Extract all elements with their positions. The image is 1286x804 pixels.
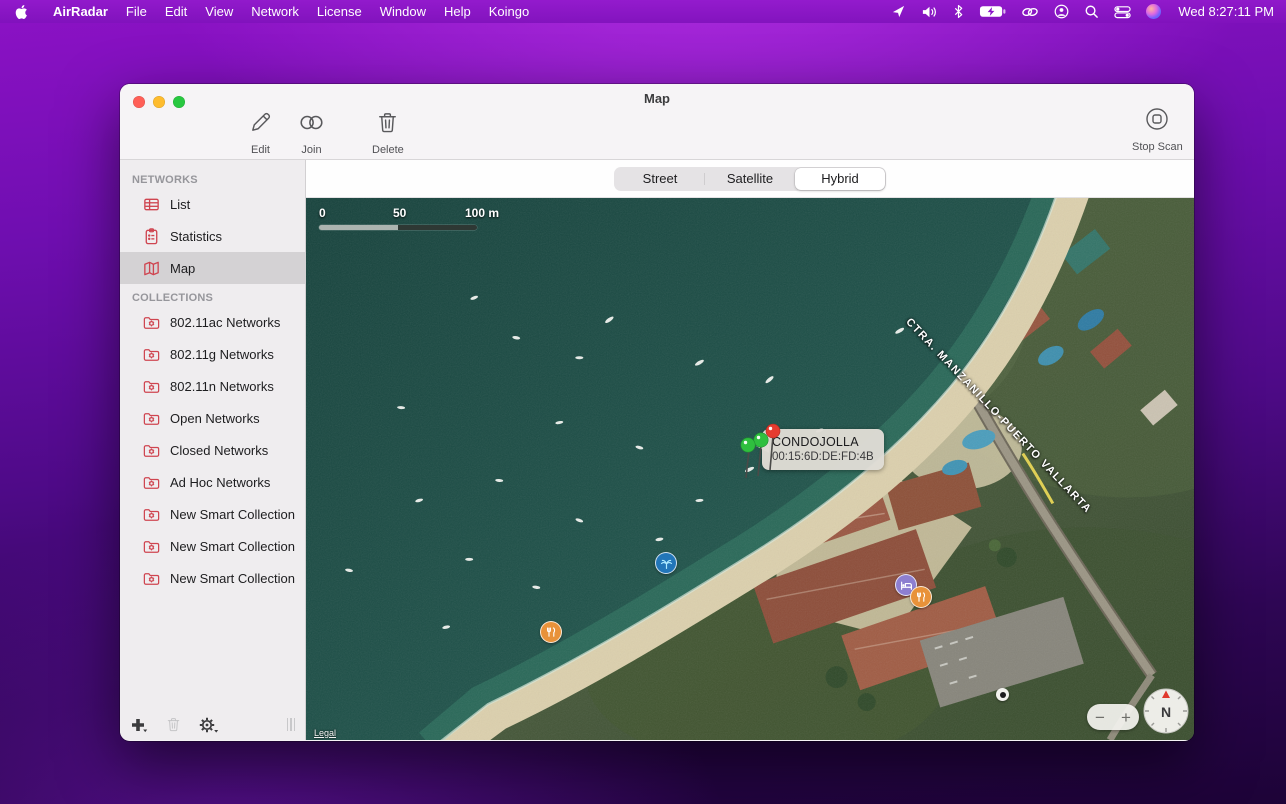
sidebar-resize-grip[interactable] [287,718,296,731]
network-pins[interactable] [734,420,784,484]
segment-street[interactable]: Street [615,168,705,190]
sidebar: NETWORKS List Statistics Map COLLECTIONS… [120,160,306,740]
join-button[interactable]: Join [297,110,326,156]
sidebar-item-smart-collection-1[interactable]: New Smart Collection [120,498,305,530]
smart-folder-icon [142,409,161,428]
smart-folder-icon [142,313,161,332]
section-title-networks: NETWORKS [132,174,305,186]
pin-red [766,424,780,438]
location-icon[interactable] [891,4,906,19]
bluetooth-icon[interactable] [953,4,964,19]
menu-app-name[interactable]: AirRadar [44,4,117,19]
map-icon [142,259,161,278]
zoom-out-button[interactable]: − [1087,704,1113,730]
menu-window[interactable]: Window [371,4,435,19]
smart-folder-icon [142,569,161,588]
pin-green [754,433,768,447]
sidebar-item-80211ac[interactable]: 802.11ac Networks [120,306,305,338]
sidebar-item-smart-collection-2[interactable]: New Smart Collection [120,530,305,562]
sidebar-item-adhoc-networks[interactable]: Ad Hoc Networks [120,466,305,498]
segment-satellite[interactable]: Satellite [705,168,795,190]
stop-scan-button[interactable]: Stop Scan [1132,106,1183,153]
zoom-in-button[interactable]: + [1113,704,1139,730]
smart-folder-icon [142,441,161,460]
sidebar-item-closed-networks[interactable]: Closed Networks [120,434,305,466]
menu-edit[interactable]: Edit [156,4,196,19]
generic-poi-dot[interactable] [996,688,1009,701]
network-name: CONDOJOLLA [772,435,874,449]
hotspot-link-icon[interactable] [1021,6,1039,18]
delete-button[interactable]: Delete [372,110,404,156]
sidebar-item-smart-collection-3[interactable]: New Smart Collection [120,562,305,594]
edit-button[interactable]: Edit [248,110,273,156]
chain-links-icon [297,110,326,140]
stop-scan-icon [1144,106,1170,137]
smart-folder-icon [142,377,161,396]
siri-icon[interactable] [1146,4,1161,19]
trash-icon [375,110,400,140]
clipboard-icon [142,227,161,246]
map-scale-bar: 0 50 100 m [319,206,489,230]
legal-link[interactable]: Legal [314,728,336,738]
menu-bar: AirRadar File Edit View Network License … [0,0,1286,23]
menu-network[interactable]: Network [242,4,308,19]
menu-license[interactable]: License [308,4,371,19]
sidebar-footer [120,709,305,740]
menu-help[interactable]: Help [435,4,480,19]
control-center-icon[interactable] [1114,5,1131,19]
segment-hybrid[interactable]: Hybrid [795,168,885,190]
map-type-segmented-control: Street Satellite Hybrid [614,167,886,191]
sidebar-item-map[interactable]: Map [120,252,305,284]
action-gear-button[interactable] [199,717,219,733]
smart-folder-icon [142,345,161,364]
menu-file[interactable]: File [117,4,156,19]
compass-control[interactable]: N [1143,688,1189,734]
search-icon[interactable] [1084,4,1099,19]
pencil-icon [248,110,273,140]
network-mac-address: 00:15:6D:DE:FD:4B [772,451,874,463]
map-canvas[interactable]: 0 50 100 m CTRA. MANZANILLO-PUERTO VALLA… [306,198,1194,740]
sidebar-item-80211g[interactable]: 802.11g Networks [120,338,305,370]
volume-icon[interactable] [921,5,938,19]
smart-folder-icon [142,473,161,492]
pin-green [741,438,755,452]
menu-koingo[interactable]: Koingo [480,4,538,19]
map-zoom-control: − + [1087,704,1139,730]
apple-menu[interactable] [14,4,28,20]
section-title-collections: COLLECTIONS [132,292,305,304]
delete-collection-button[interactable] [165,716,182,733]
menu-view[interactable]: View [196,4,242,19]
sidebar-item-open-networks[interactable]: Open Networks [120,402,305,434]
sidebar-item-80211n[interactable]: 802.11n Networks [120,370,305,402]
beach-poi-icon[interactable] [655,552,677,574]
smart-folder-icon [142,505,161,524]
airradar-window: Map Edit Join Delete Stop Scan NETWORKS … [120,84,1194,741]
map-mode-bar: Street Satellite Hybrid [306,160,1194,198]
user-icon[interactable] [1054,4,1069,19]
sidebar-item-list[interactable]: List [120,188,305,220]
title-bar[interactable]: Map Edit Join Delete Stop Scan [120,84,1194,160]
compass-n-label: N [1161,704,1171,720]
add-collection-button[interactable] [130,717,148,733]
smart-folder-icon [142,537,161,556]
restaurant-poi-icon[interactable] [910,586,932,608]
sidebar-item-statistics[interactable]: Statistics [120,220,305,252]
menu-clock[interactable]: Wed 8:27:11 PM [1178,4,1274,19]
table-icon [142,195,161,214]
restaurant-poi-icon[interactable] [540,621,562,643]
battery-icon[interactable] [979,5,1006,18]
window-title: Map [120,91,1194,106]
